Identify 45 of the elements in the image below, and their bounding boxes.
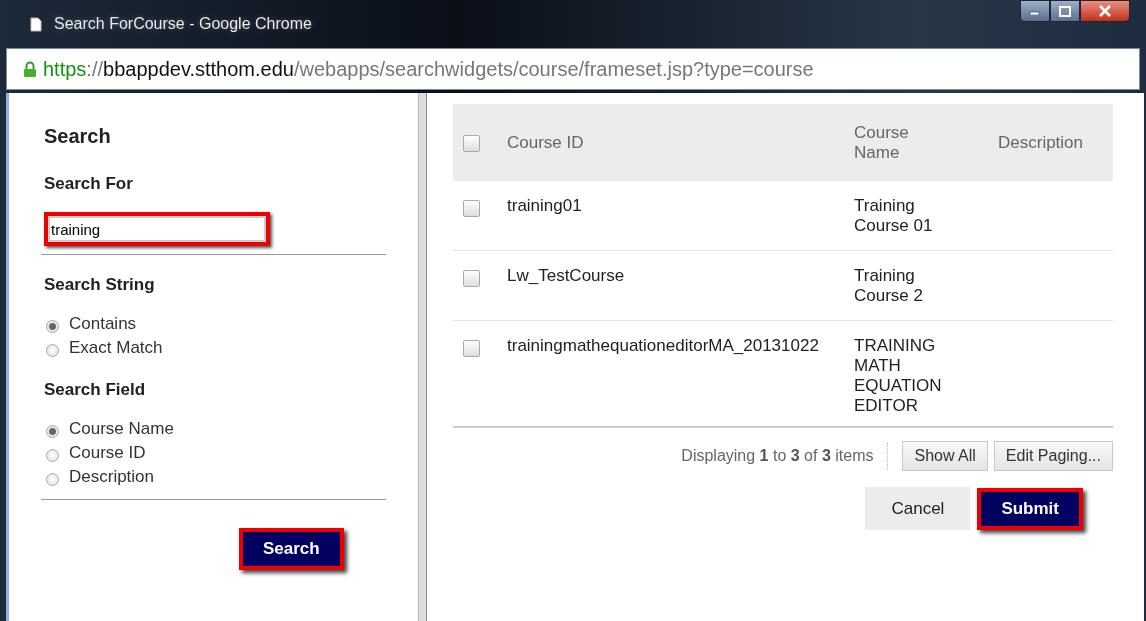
- page-icon: [30, 16, 42, 32]
- radio-button[interactable]: [46, 448, 59, 462]
- column-header[interactable]: Course ID: [507, 132, 854, 153]
- column-header[interactable]: Description: [998, 132, 1113, 153]
- select-all-checkbox[interactable]: [463, 134, 480, 152]
- radio-button[interactable]: [46, 472, 59, 486]
- maximize-button[interactable]: [1050, 0, 1080, 22]
- section-label: Search For: [44, 174, 134, 194]
- radio-label: Contains: [69, 313, 137, 335]
- submit-button[interactable]: Submit: [977, 487, 1083, 530]
- search-button[interactable]: Search: [239, 528, 344, 570]
- paging-summary: Displaying 1 to 3 of 3 items: [681, 447, 874, 465]
- paging-button[interactable]: Edit Paging...: [993, 441, 1113, 471]
- table-cell-text: training01: [507, 196, 583, 216]
- radio-button[interactable]: [46, 343, 59, 357]
- section-label: Search String: [44, 275, 156, 295]
- table-cell-text: TRAINING MATH EQUATION EDITOR: [854, 336, 943, 416]
- close-button[interactable]: [1080, 0, 1130, 22]
- lock-icon: [23, 60, 37, 78]
- row-checkbox[interactable]: [463, 199, 480, 217]
- table-cell-text: trainingmathequationeditorMA_20131022: [507, 336, 820, 356]
- radio-label: Description: [69, 466, 155, 488]
- section-label: Search Field: [44, 380, 147, 400]
- panel-heading: Search: [44, 125, 112, 148]
- window-title: Search ForCourse - Google Chrome: [54, 15, 312, 33]
- address-bar[interactable]: https://bbappdev.stthom.edu/webapps/searchwidgets/course/frameset.jsp?type=course: [6, 48, 1140, 90]
- paging-button[interactable]: Show All: [902, 441, 988, 471]
- row-checkbox[interactable]: [463, 269, 480, 287]
- column-header[interactable]: Course Name: [854, 122, 958, 163]
- row-checkbox[interactable]: [463, 339, 480, 357]
- url-text: https://bbappdev.stthom.edu/webapps/searchwidgets/course/frameset.jsp?type=course: [43, 57, 814, 81]
- close-icon: [1098, 5, 1112, 17]
- radio-button[interactable]: [46, 424, 59, 438]
- cancel-button[interactable]: Cancel: [865, 487, 971, 530]
- table-cell-text: Training Course 01: [854, 196, 934, 236]
- table-cell-text: Lw_TestCourse: [507, 266, 626, 286]
- radio-label: Course Name: [69, 418, 174, 440]
- table-cell-text: Training Course 2: [854, 266, 924, 306]
- pane-splitter[interactable]: [418, 93, 427, 621]
- radio-button[interactable]: [46, 319, 59, 333]
- minimize-button[interactable]: [1020, 0, 1050, 22]
- radio-label: Exact Match: [69, 337, 163, 359]
- search-field[interactable]: training: [44, 212, 270, 246]
- maximize-icon: [1059, 5, 1071, 17]
- radio-label: Course ID: [69, 442, 146, 464]
